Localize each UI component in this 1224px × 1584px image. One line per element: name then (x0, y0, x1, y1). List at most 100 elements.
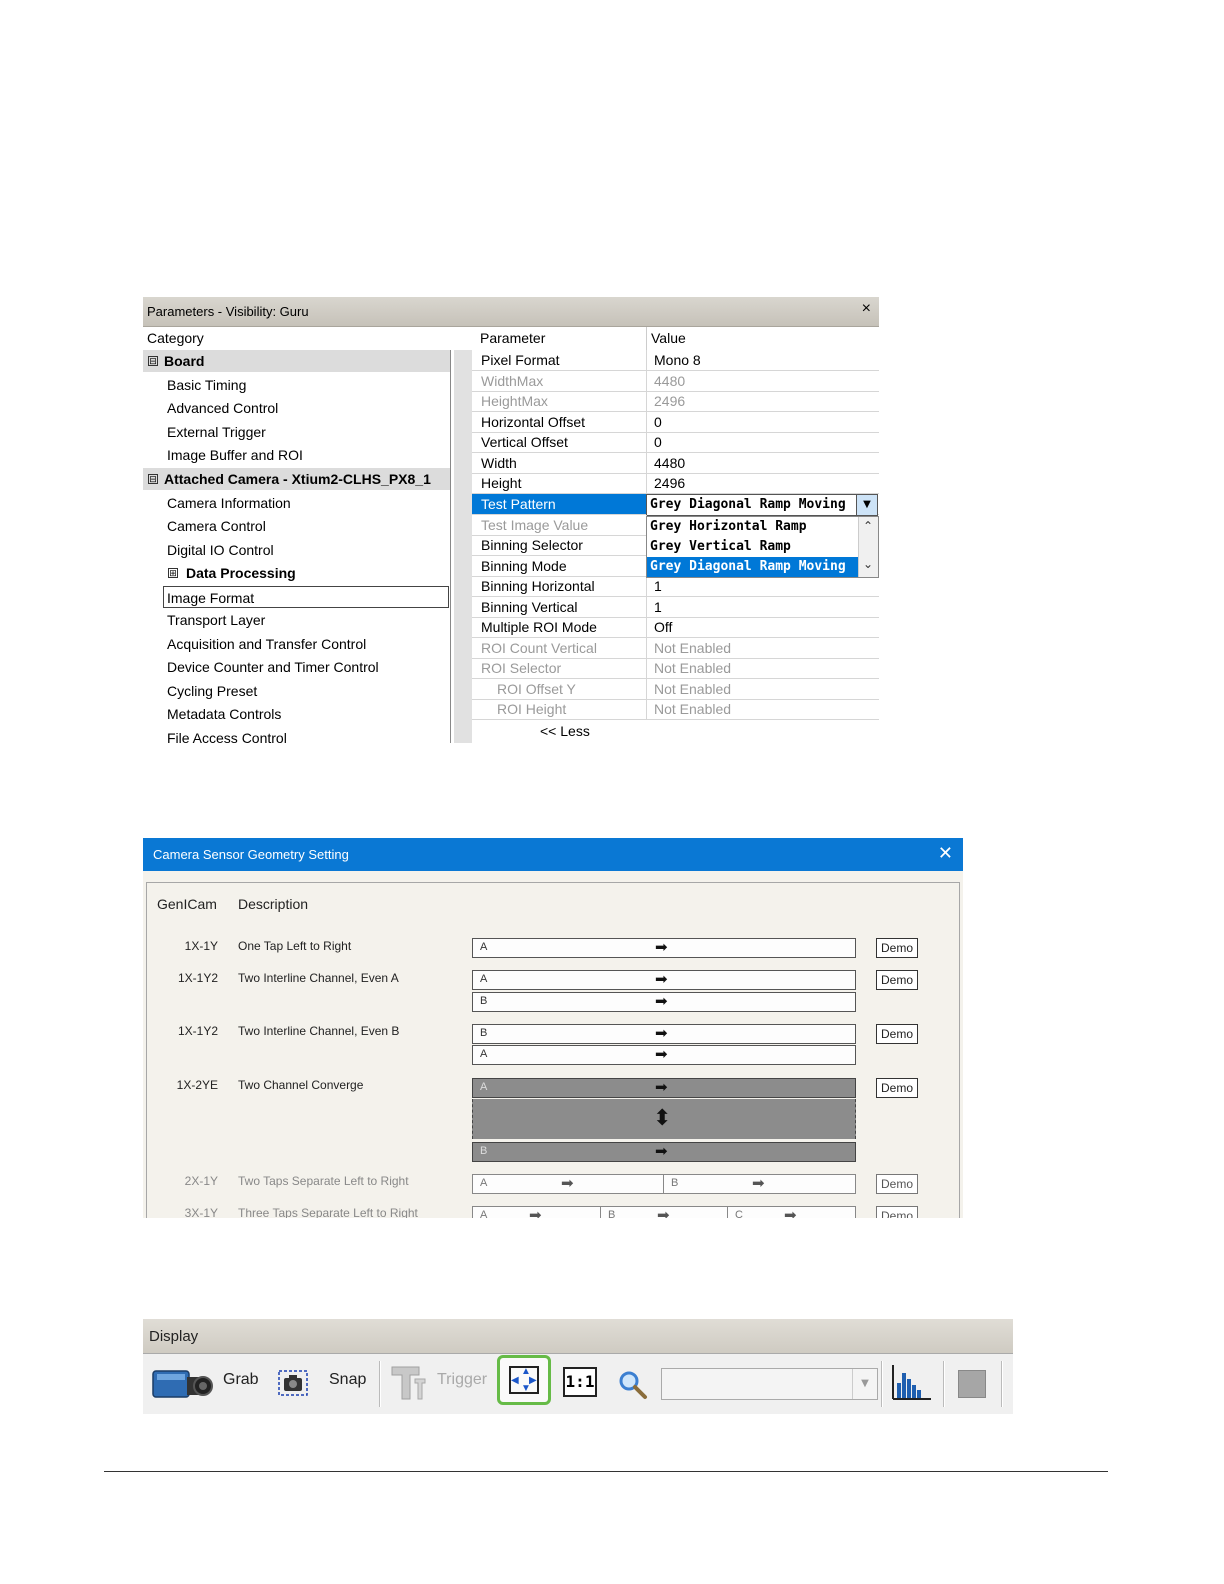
param-row[interactable]: HeightMax 2496 (472, 391, 879, 412)
demo-button[interactable]: Demo (876, 1174, 918, 1194)
actual-size-button[interactable]: 1:1 (563, 1367, 597, 1397)
arrow-right-icon: ➡ (655, 1046, 668, 1063)
stop-icon[interactable] (958, 1370, 986, 1398)
close-icon[interactable]: ✕ (938, 843, 953, 864)
category-transport-layer[interactable]: Transport Layer (143, 609, 450, 631)
category-acquisition-transfer[interactable]: Acquisition and Transfer Control (143, 633, 450, 655)
param-name: Binning Mode (481, 558, 567, 574)
param-row[interactable]: Pixel Format Mono 8 (472, 350, 879, 371)
param-row[interactable]: ROI Selector Not Enabled (472, 658, 879, 679)
category-basic-timing[interactable]: Basic Timing (143, 374, 450, 396)
category-digital-io-control[interactable]: Digital IO Control (143, 539, 450, 561)
param-value: 1 (654, 599, 662, 615)
category-image-format[interactable]: Image Format (163, 586, 449, 608)
category-camera-information[interactable]: Camera Information (143, 492, 450, 514)
category-metadata-controls[interactable]: Metadata Controls (143, 703, 450, 725)
demo-button[interactable]: Demo (876, 1024, 918, 1044)
trigger-button[interactable]: Trigger (389, 1355, 489, 1411)
less-link[interactable]: << Less (540, 723, 590, 739)
chevron-up-icon[interactable]: ⌃ (863, 519, 873, 533)
tap-label: A (480, 973, 488, 985)
dropdown-option-selected[interactable]: Grey Diagonal Ramp Moving (647, 557, 861, 577)
param-row[interactable]: Height 2496 (472, 473, 879, 494)
param-row[interactable]: Binning Horizontal 1 (472, 576, 879, 597)
category-label: Data Processing (186, 565, 296, 581)
param-name: Binning Selector (481, 537, 583, 553)
tap-label: B (480, 995, 488, 1007)
grab-button[interactable]: Grab (149, 1355, 267, 1411)
dropdown-scrollbar[interactable]: ⌃ ⌄ (858, 517, 878, 577)
mode-code: 1X-1Y (184, 939, 218, 953)
category-label: Image Format (167, 590, 255, 606)
category-file-access-control[interactable]: File Access Control (143, 727, 450, 743)
geometry-title: Camera Sensor Geometry Setting (153, 847, 349, 862)
category-data-processing[interactable]: ⊞ Data Processing (143, 562, 450, 584)
close-icon[interactable]: × (862, 300, 871, 318)
demo-button[interactable]: Demo (876, 970, 918, 990)
category-device-counter-timer[interactable]: Device Counter and Timer Control (143, 656, 450, 678)
dropdown-option[interactable]: Grey Vertical Ramp (647, 537, 861, 557)
tap-label: B (608, 1209, 616, 1218)
zoom-combo[interactable]: ▼ (661, 1368, 878, 1400)
category-attached-camera[interactable]: ⊟ Attached Camera - Xtium2-CLHS_PX8_1 (143, 468, 450, 490)
chevron-down-icon[interactable]: ▼ (856, 495, 877, 515)
toolbar-separator (379, 1361, 381, 1407)
param-name: Pixel Format (481, 352, 560, 368)
param-row[interactable]: ROI Height Not Enabled (472, 699, 879, 720)
category-label: Metadata Controls (167, 706, 282, 722)
demo-button[interactable]: Demo (876, 1206, 918, 1218)
expand-icon[interactable]: ⊞ (168, 568, 178, 578)
category-image-buffer-roi[interactable]: Image Buffer and ROI (143, 444, 450, 466)
category-board[interactable]: ⊟ Board (143, 350, 450, 372)
collapse-icon[interactable]: ⊟ (148, 474, 158, 484)
category-label: Board (164, 353, 205, 369)
category-camera-control[interactable]: Camera Control (143, 515, 450, 537)
sensor-geometry-window: Camera Sensor Geometry Setting ✕ GenICam… (143, 838, 963, 1218)
param-row[interactable]: Multiple ROI Mode Off (472, 617, 879, 638)
tap-lane: A ➡ (472, 1174, 664, 1194)
trigger-icon (391, 1366, 426, 1400)
category-external-trigger[interactable]: External Trigger (143, 421, 450, 443)
param-row[interactable]: ROI Offset Y Not Enabled (472, 679, 879, 700)
demo-button[interactable]: Demo (876, 938, 918, 958)
param-row[interactable]: Binning Vertical 1 (472, 597, 879, 618)
footer-rule (104, 1471, 1108, 1472)
chevron-down-icon[interactable]: ⌄ (863, 557, 873, 571)
tap-label: B (480, 1027, 488, 1039)
fit-to-window-button[interactable]: ▲ ▼ ◀ ▶ (497, 1355, 551, 1405)
tap-label: A (480, 1209, 488, 1218)
zoom-icon[interactable] (617, 1369, 649, 1401)
description-header: Description (238, 896, 309, 912)
demo-button[interactable]: Demo (876, 1078, 918, 1098)
param-value: 2496 (654, 393, 686, 409)
test-pattern-dropdown: Grey Horizontal Ramp Grey Vertical Ramp … (646, 516, 879, 578)
param-row[interactable]: Horizontal Offset 0 (472, 412, 879, 433)
param-row[interactable]: Vertical Offset 0 (472, 432, 879, 453)
param-name: ROI Offset Y (497, 681, 576, 697)
tap-lane: B ➡ (600, 1206, 728, 1218)
param-row[interactable]: Width 4480 (472, 453, 879, 474)
display-title: Display (149, 1328, 199, 1345)
parameters-window: Parameters - Visibility: Guru × Category… (143, 297, 879, 743)
category-advanced-control[interactable]: Advanced Control (143, 397, 450, 419)
arrow-right-icon: ➡ (752, 1175, 765, 1192)
dropdown-option[interactable]: Grey Horizontal Ramp (647, 517, 861, 537)
snap-button[interactable]: Snap (277, 1355, 367, 1411)
display-titlebar: Display (143, 1319, 1013, 1354)
grid-gutter (454, 350, 472, 743)
category-label: Basic Timing (167, 377, 247, 393)
category-label: Camera Information (167, 495, 291, 511)
test-pattern-combo[interactable]: Grey Diagonal Ramp Moving ▼ (646, 494, 878, 516)
tap-lane: A ➡ (472, 970, 856, 990)
mode-description: Two Interline Channel, Even A (238, 971, 399, 985)
histogram-icon[interactable] (889, 1363, 933, 1403)
param-row[interactable]: WidthMax 4480 (472, 371, 879, 392)
tap-lane: B ➡ (472, 1142, 856, 1162)
param-row-test-pattern[interactable]: Test Pattern Grey Diagonal Ramp Moving ▼ (472, 494, 879, 516)
collapse-icon[interactable]: ⊟ (148, 356, 158, 366)
mode-code: 3X-1Y (184, 1206, 218, 1218)
param-row[interactable]: ROI Count Vertical Not Enabled (472, 638, 879, 659)
chevron-down-icon[interactable]: ▼ (852, 1369, 877, 1399)
param-name: Binning Horizontal (481, 578, 595, 594)
category-cycling-preset[interactable]: Cycling Preset (143, 680, 450, 702)
